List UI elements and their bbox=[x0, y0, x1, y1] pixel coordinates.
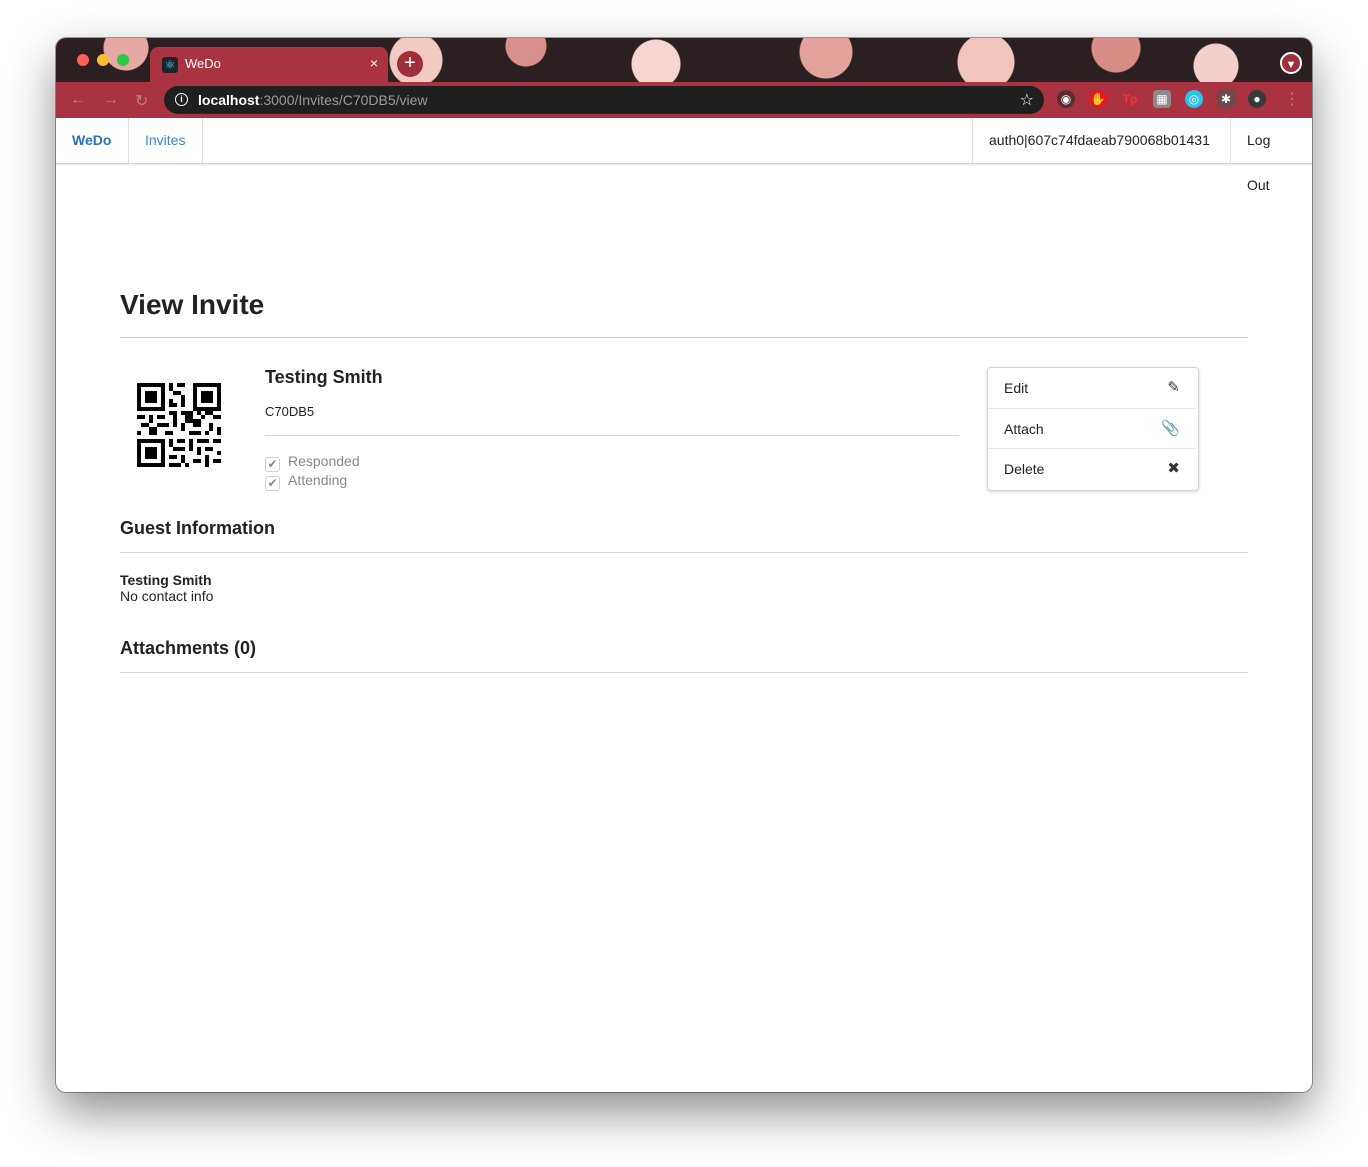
tab-title: WeDo bbox=[185, 56, 221, 71]
invites-link[interactable]: Invites bbox=[129, 118, 203, 163]
responded-checkbox[interactable]: ✔ bbox=[265, 457, 280, 472]
actions-menu: Edit ✎ Attach 📎 Delete ✖ bbox=[987, 367, 1199, 491]
url-host: localhost bbox=[198, 92, 260, 108]
back-arrow-icon[interactable]: ← bbox=[70, 91, 86, 109]
guest-name: Testing Smith bbox=[120, 572, 212, 588]
maximize-window-button[interactable] bbox=[117, 54, 129, 66]
adblock-extension-icon[interactable]: ✋ bbox=[1089, 90, 1107, 108]
extension-icon[interactable]: ◎ bbox=[1185, 90, 1203, 108]
delete-button[interactable]: Delete ✖ bbox=[988, 448, 1196, 488]
browser-toolbar: ← → ↻ i localhost:3000/Invites/C70DB5/vi… bbox=[56, 82, 1312, 118]
qr-code-image bbox=[137, 383, 221, 467]
divider bbox=[120, 337, 1248, 338]
divider bbox=[120, 672, 1248, 673]
url-text: localhost:3000/Invites/C70DB5/view bbox=[198, 92, 428, 108]
tp-extension-icon[interactable]: Tp bbox=[1121, 90, 1139, 108]
pencil-icon: ✎ bbox=[1167, 379, 1180, 396]
logout-button[interactable]: Log Out bbox=[1231, 118, 1312, 193]
browser-window: ⚛ WeDo × + ▼ ← → ↻ i localhost:3000/Invi… bbox=[56, 38, 1312, 1092]
browser-menu-icon[interactable]: ⋮ bbox=[1284, 89, 1300, 109]
reload-icon[interactable]: ↻ bbox=[135, 91, 148, 111]
guest-contact-info: No contact info bbox=[120, 588, 214, 604]
extension-icon[interactable]: ▦ bbox=[1153, 90, 1171, 108]
page-title: View Invite bbox=[120, 289, 265, 320]
guest-information-heading: Guest Information bbox=[120, 518, 276, 538]
profile-avatar[interactable]: ● bbox=[1248, 90, 1266, 108]
puzzle-extensions-icon[interactable]: ✱ bbox=[1217, 90, 1235, 108]
site-info-icon[interactable]: i bbox=[175, 93, 188, 106]
delete-label: Delete bbox=[1004, 461, 1045, 477]
responded-label: Responded bbox=[288, 453, 360, 469]
app-navbar: WeDo Invites auth0|607c74fdaeab790068b01… bbox=[56, 118, 1312, 193]
edit-label: Edit bbox=[1004, 380, 1029, 396]
extension-icon[interactable]: ◉ bbox=[1057, 90, 1075, 108]
attending-checkbox[interactable]: ✔ bbox=[265, 476, 280, 491]
responded-checkbox-row[interactable]: ✔ Responded bbox=[265, 453, 360, 472]
invite-name: Testing Smith bbox=[265, 367, 383, 387]
attending-label: Attending bbox=[288, 472, 348, 488]
attachments-heading: Attachments (0) bbox=[120, 638, 257, 658]
invite-code: C70DB5 bbox=[265, 404, 315, 419]
attending-checkbox-row[interactable]: ✔ Attending bbox=[265, 472, 347, 491]
attach-button[interactable]: Attach 📎 bbox=[988, 408, 1196, 448]
divider bbox=[265, 435, 959, 436]
address-bar[interactable]: i localhost:3000/Invites/C70DB5/view ☆ bbox=[164, 86, 1044, 114]
close-tab-icon[interactable]: × bbox=[370, 55, 378, 71]
paperclip-icon: 📎 bbox=[1161, 420, 1180, 437]
divider bbox=[120, 552, 1248, 553]
brand-link[interactable]: WeDo bbox=[56, 118, 129, 163]
x-icon: ✖ bbox=[1167, 460, 1180, 477]
user-id[interactable]: auth0|607c74fdaeab790068b01431 bbox=[972, 118, 1231, 163]
edit-button[interactable]: Edit ✎ bbox=[988, 368, 1196, 408]
bookmark-star-icon[interactable]: ☆ bbox=[1020, 90, 1034, 110]
new-tab-button[interactable]: + bbox=[397, 51, 423, 77]
minimize-window-button[interactable] bbox=[97, 54, 109, 66]
browser-tabstrip: ⚛ WeDo × + ▼ bbox=[56, 38, 1312, 82]
close-window-button[interactable] bbox=[77, 54, 89, 66]
browser-tab[interactable]: ⚛ WeDo × bbox=[150, 47, 388, 82]
tab-search-icon[interactable]: ▼ bbox=[1280, 52, 1302, 74]
forward-arrow-icon[interactable]: → bbox=[103, 91, 119, 109]
react-icon: ⚛ bbox=[162, 57, 178, 73]
url-path: :3000/Invites/C70DB5/view bbox=[259, 92, 428, 108]
attach-label: Attach bbox=[1004, 421, 1044, 437]
